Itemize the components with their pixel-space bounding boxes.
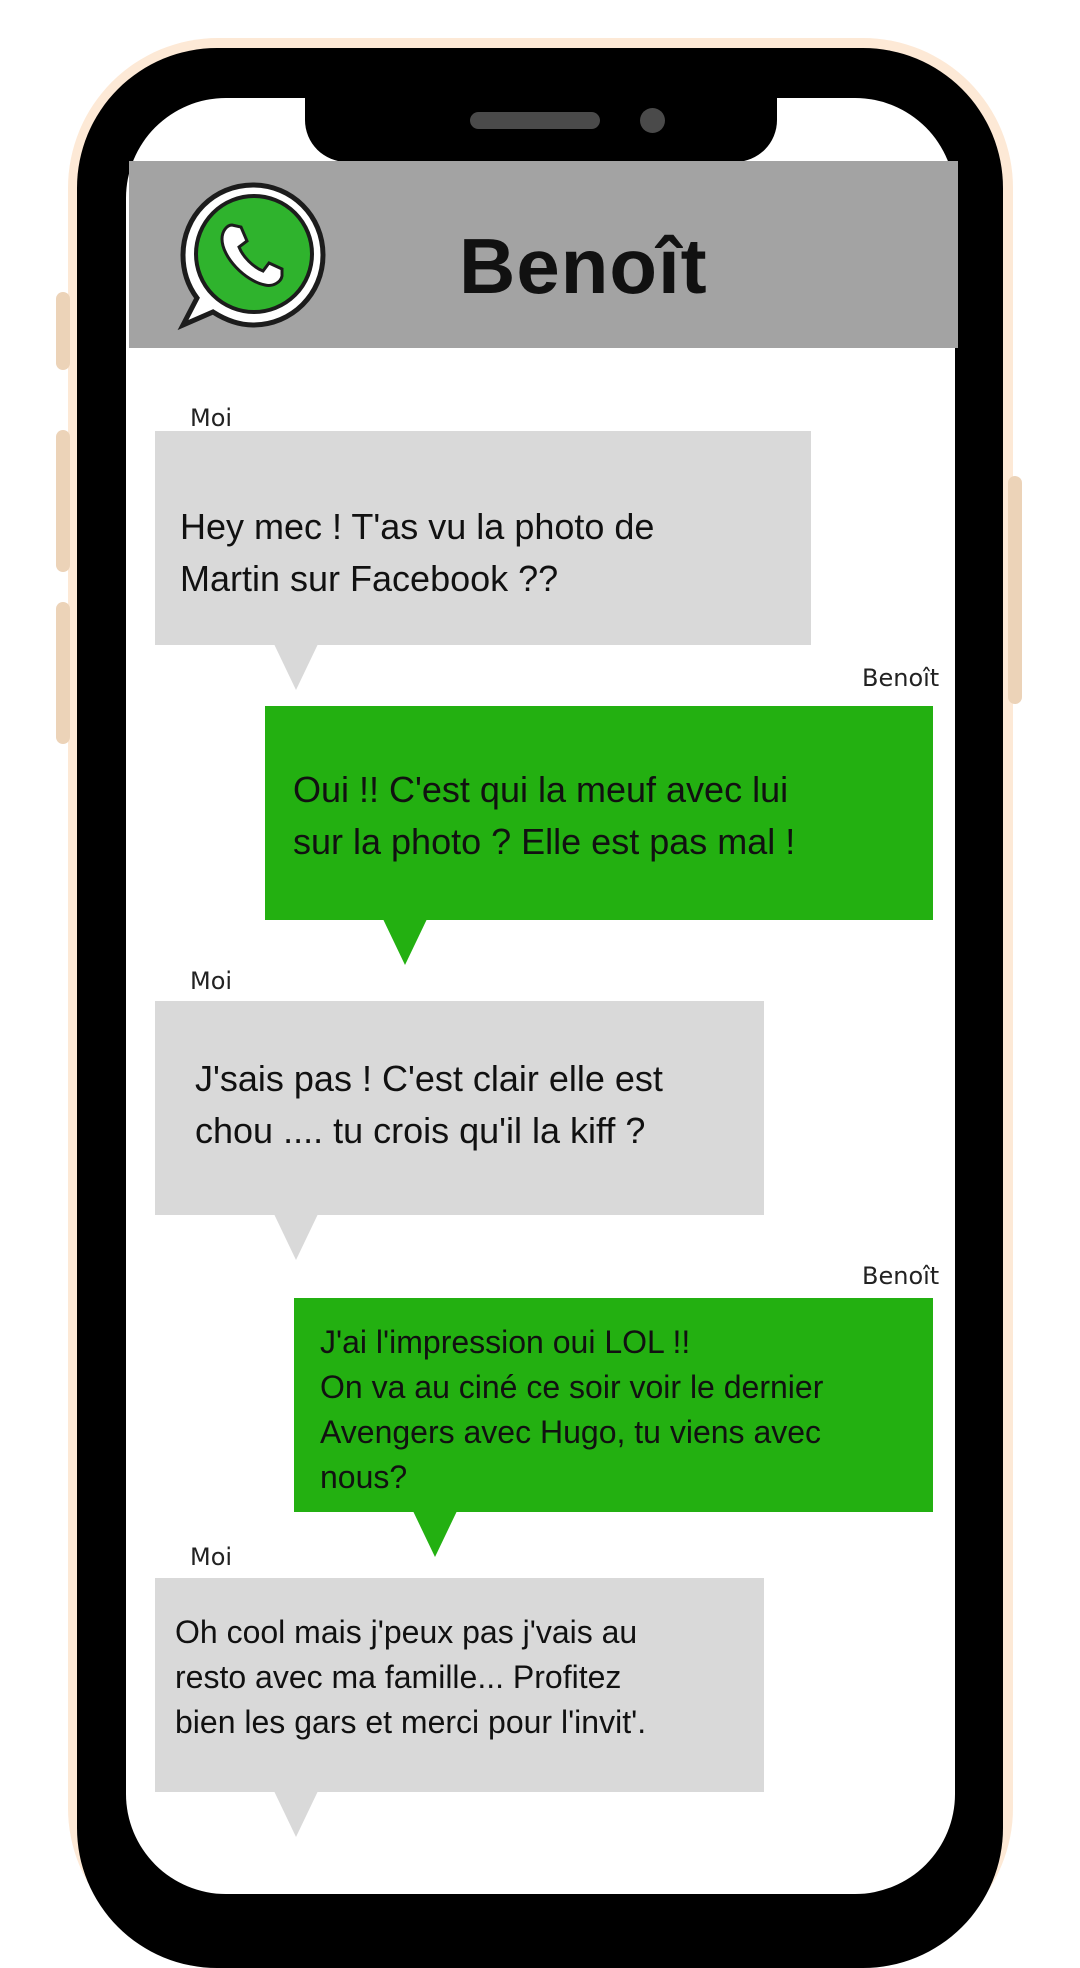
sender-label: Moi <box>190 967 233 995</box>
phone-side-button <box>1008 476 1022 704</box>
phone-side-button <box>56 430 70 572</box>
bubble-tail <box>274 1791 318 1837</box>
camera-icon <box>640 108 665 133</box>
message-text: Hey mec ! T'as vu la photo de Martin sur… <box>180 506 655 599</box>
bubble-tail <box>383 919 427 965</box>
sender-label: Benoît <box>862 664 940 692</box>
phone-notch <box>305 90 777 162</box>
bubble-tail <box>274 1214 318 1260</box>
bubble-tail <box>413 1511 457 1557</box>
message-bubble-outgoing[interactable]: J'ai l'impression oui LOL !! On va au ci… <box>294 1298 933 1512</box>
message-bubble-incoming[interactable]: Hey mec ! T'as vu la photo de Martin sur… <box>155 431 811 645</box>
phone-side-button <box>56 292 70 370</box>
sender-label: Moi <box>190 1543 233 1571</box>
message-bubble-incoming[interactable]: J'sais pas ! C'est clair elle est chou .… <box>155 1001 764 1215</box>
contact-name: Benoît <box>459 222 708 310</box>
message-bubble-outgoing[interactable]: Oui !! C'est qui la meuf avec lui sur la… <box>265 706 933 920</box>
message-text: Oui !! C'est qui la meuf avec lui sur la… <box>293 769 796 862</box>
chat-header: Benoît <box>129 161 958 348</box>
message-text: Oh cool mais j'peux pas j'vais au resto … <box>175 1614 647 1740</box>
bubble-tail <box>274 644 318 690</box>
sender-label: Moi <box>190 404 233 432</box>
message-bubble-incoming[interactable]: Oh cool mais j'peux pas j'vais au resto … <box>155 1578 764 1792</box>
phone-side-button <box>56 602 70 744</box>
whatsapp-icon <box>177 182 326 331</box>
message-text: J'ai l'impression oui LOL !! On va au ci… <box>320 1324 824 1495</box>
message-text: J'sais pas ! C'est clair elle est chou .… <box>195 1058 663 1151</box>
speaker-icon <box>470 112 600 129</box>
sender-label: Benoît <box>862 1262 940 1290</box>
